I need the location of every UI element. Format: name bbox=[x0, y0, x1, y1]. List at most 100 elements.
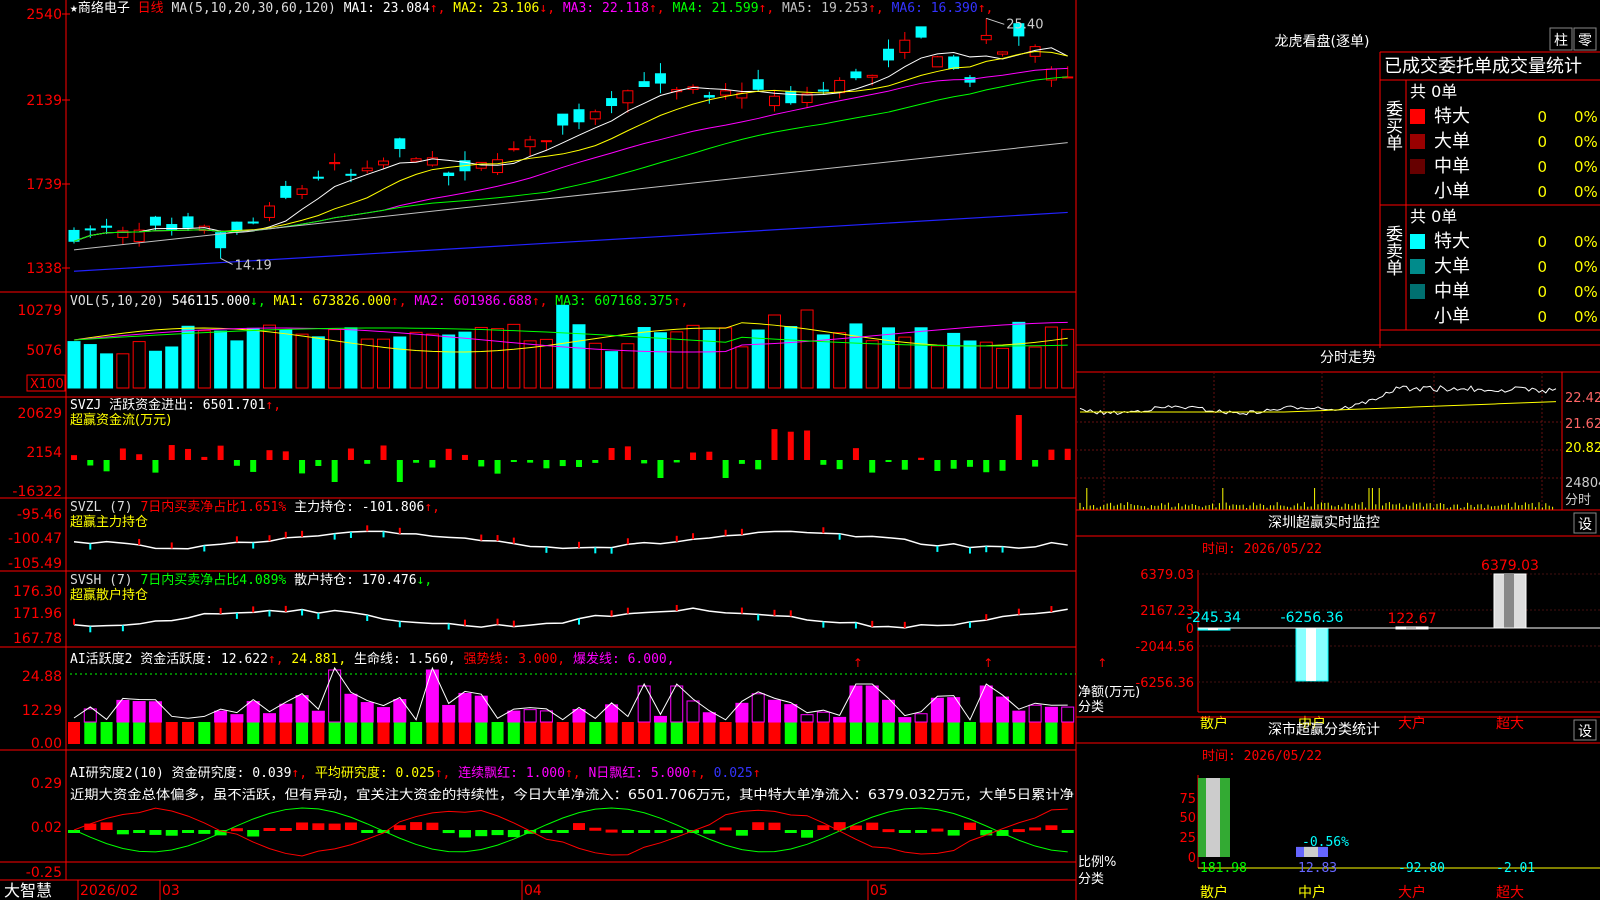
research-bar bbox=[768, 822, 781, 830]
fund-flow-bar bbox=[266, 450, 273, 460]
candle-body[interactable] bbox=[622, 90, 634, 104]
research-bar bbox=[312, 823, 325, 830]
ai2-header: AI研究度2(10) 资金研究度: 0.039↑, 平均研究度: 0.025↑,… bbox=[70, 765, 761, 781]
research-bar bbox=[801, 830, 814, 838]
candle-body[interactable] bbox=[101, 225, 113, 228]
candle-body[interactable] bbox=[247, 221, 259, 224]
activity-base-bar bbox=[1061, 722, 1074, 744]
class-bar-value: -92.80 bbox=[1398, 861, 1445, 876]
research-bar bbox=[133, 830, 146, 833]
candle-body[interactable] bbox=[720, 90, 732, 96]
volume-bar bbox=[833, 332, 847, 389]
candle-body[interactable] bbox=[703, 95, 715, 98]
intraday-axis-label: 24804 bbox=[1565, 476, 1600, 491]
activity-bar bbox=[262, 713, 276, 723]
research-bar bbox=[719, 827, 732, 831]
candle-body[interactable] bbox=[785, 90, 797, 104]
buy-row-pct: 0% bbox=[1574, 158, 1598, 176]
candle-body[interactable] bbox=[394, 138, 406, 150]
candle-body[interactable] bbox=[654, 73, 666, 84]
svsh-header: SVSH (7) 7日内买卖净占比4.089% 散户持仓: 170.476↓, bbox=[70, 572, 432, 588]
fund-flow-bar bbox=[576, 460, 582, 468]
volume-bar bbox=[670, 331, 684, 389]
fund-flow-bar bbox=[983, 460, 990, 473]
dragon-header: 已成交委托单成交量统计 bbox=[1384, 56, 1582, 77]
volume-bar bbox=[930, 345, 944, 389]
activity-base-bar bbox=[1029, 722, 1042, 744]
activity-base-bar bbox=[980, 722, 993, 744]
candle-body[interactable] bbox=[524, 139, 536, 148]
candle-body[interactable] bbox=[182, 216, 194, 228]
candle-body[interactable] bbox=[410, 158, 422, 162]
activity-bar bbox=[377, 707, 391, 723]
candle-body[interactable] bbox=[589, 111, 601, 120]
candle-body[interactable] bbox=[329, 162, 341, 165]
candle-body[interactable] bbox=[752, 79, 764, 90]
monitor-bar-3[interactable] bbox=[1493, 573, 1527, 629]
candle-body[interactable] bbox=[492, 159, 504, 174]
candle-body[interactable] bbox=[606, 98, 618, 107]
high-price-label: 25.40 bbox=[1006, 17, 1043, 32]
fund-flow-bar bbox=[559, 460, 566, 467]
candle-body[interactable] bbox=[915, 26, 927, 38]
research-bar bbox=[931, 828, 944, 832]
candle-body[interactable] bbox=[312, 176, 324, 179]
activity-bar bbox=[1028, 704, 1042, 723]
volume-bar bbox=[148, 350, 162, 389]
candle-body[interactable] bbox=[345, 173, 357, 176]
candle-body[interactable] bbox=[443, 172, 455, 177]
candle-body[interactable] bbox=[997, 51, 1009, 55]
monitor-bar-1[interactable] bbox=[1295, 627, 1329, 682]
candle-body[interactable] bbox=[149, 216, 161, 226]
candle-body[interactable] bbox=[817, 89, 829, 92]
class-category: 散户 bbox=[1200, 884, 1228, 900]
candle-body[interactable] bbox=[883, 48, 895, 61]
buy-total: 共 0单 bbox=[1410, 82, 1457, 101]
activity-bar bbox=[344, 693, 358, 723]
research-bar bbox=[491, 830, 504, 836]
candle-body[interactable] bbox=[948, 56, 960, 69]
monitor-axis-label: 6379.03 bbox=[1140, 568, 1194, 583]
price-axis-label: 1338 bbox=[26, 261, 62, 277]
candle-body[interactable] bbox=[263, 205, 275, 218]
candle-body[interactable] bbox=[899, 39, 911, 53]
activity-base-bar bbox=[589, 722, 602, 744]
fund-flow-bar bbox=[445, 448, 452, 460]
sz-class-date: 时间: 2026/05/22 bbox=[1202, 749, 1322, 764]
class-side-label-2: 分类 bbox=[1078, 872, 1104, 887]
candlestick-series bbox=[68, 18, 1074, 259]
monitor-axis-label: -6256.36 bbox=[1136, 676, 1194, 691]
candle-body[interactable] bbox=[931, 56, 943, 68]
low-price-label: 14.19 bbox=[235, 258, 272, 273]
candle-body[interactable] bbox=[215, 232, 227, 249]
activity-base-bar bbox=[621, 722, 634, 744]
candle-body[interactable] bbox=[834, 79, 846, 94]
candle-body[interactable] bbox=[361, 167, 373, 172]
research-bar bbox=[703, 830, 716, 834]
volume-bar bbox=[719, 327, 733, 389]
buy-row-name: 中单 bbox=[1434, 156, 1470, 177]
activity-bar bbox=[865, 685, 879, 723]
buy-side-label: 委买单 bbox=[1382, 100, 1403, 151]
candle-body[interactable] bbox=[850, 71, 862, 79]
candle-body[interactable] bbox=[866, 74, 878, 78]
activity-base-bar bbox=[198, 722, 211, 744]
candle-body[interactable] bbox=[980, 34, 992, 41]
candle-body[interactable] bbox=[768, 95, 780, 107]
activity-base-bar bbox=[605, 722, 618, 744]
volume-bar bbox=[458, 331, 472, 389]
activity-base-bar bbox=[719, 722, 732, 744]
candle-body[interactable] bbox=[280, 185, 292, 198]
candle-body[interactable] bbox=[378, 160, 390, 166]
activity-bar bbox=[996, 696, 1010, 723]
ma20-line bbox=[73, 67, 1068, 242]
candle-body[interactable] bbox=[84, 228, 96, 231]
volume-bar bbox=[1028, 346, 1042, 389]
candle-body[interactable] bbox=[540, 140, 552, 143]
activity-base-bar bbox=[1045, 722, 1058, 744]
candle-body[interactable] bbox=[508, 148, 520, 151]
candle-body[interactable] bbox=[573, 109, 585, 123]
candle-body[interactable] bbox=[296, 188, 308, 195]
candle-body[interactable] bbox=[638, 81, 650, 88]
candle-body[interactable] bbox=[557, 113, 569, 126]
